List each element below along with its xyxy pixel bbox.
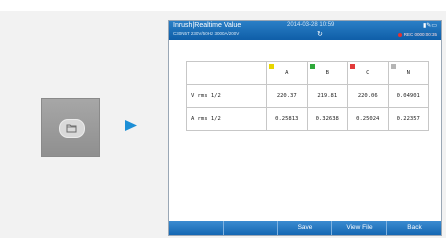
device-screen: Inrush|Realtime Value 2014-03-28 10:59 C… (168, 20, 442, 236)
config-info: C30N5T 230V/50Hz 3000A/200V (173, 31, 240, 36)
view-file-button[interactable]: View File (331, 221, 387, 235)
save-button[interactable]: Save (277, 221, 332, 235)
open-file-icon-pill (59, 119, 85, 138)
table-cell: 0.22357 (387, 107, 429, 131)
row-label: V rms 1/2 (186, 84, 267, 108)
status-icons: ▮✎▭ (423, 22, 437, 29)
top-margin (0, 0, 446, 11)
folder-icon (66, 124, 77, 133)
arrow-right-icon (125, 120, 137, 131)
header-n-label: N (406, 70, 410, 76)
open-file-button[interactable] (41, 98, 100, 157)
bottom-margin (0, 238, 446, 249)
header-cell-a: A (266, 61, 308, 85)
softkey-bar: Save View File Back (169, 221, 441, 235)
table-cell: 0.04901 (387, 84, 429, 108)
header-cell-c: C (347, 61, 389, 85)
header-b-label: B (325, 70, 329, 76)
table-cell: 0.32638 (306, 107, 348, 131)
header-cell-b: B (306, 61, 348, 85)
phase-n-swatch (390, 64, 396, 69)
record-text: REC 0000:00:35 (403, 32, 437, 37)
table-header-row: A B C N (186, 61, 429, 85)
phase-b-swatch (309, 64, 315, 69)
table-cell: 0.25024 (347, 107, 389, 131)
table-cell: 0.25813 (266, 107, 308, 131)
record-indicator: REC 0000:00:35 (397, 32, 437, 37)
phase-c-swatch (350, 64, 355, 69)
table-row: A rms 1/2 0.25813 0.32638 0.25024 0.2235… (186, 107, 429, 131)
title-bar: Inrush|Realtime Value 2014-03-28 10:59 C… (169, 21, 441, 40)
row-label: A rms 1/2 (186, 107, 267, 131)
softkey-2[interactable] (223, 221, 278, 235)
values-table: A B C N V rms 1/2 220.37 219.81 220.06 0… (186, 61, 429, 131)
header-cell-n: N (387, 61, 429, 85)
date-time: 2014-03-28 10:59 (287, 22, 335, 28)
table-cell: 219.81 (306, 84, 348, 108)
record-dot-icon (397, 32, 402, 37)
table-cell: 220.37 (266, 84, 308, 108)
back-button[interactable]: Back (386, 221, 442, 235)
softkey-1[interactable] (169, 221, 223, 235)
battery-icon: ▭ (431, 23, 437, 29)
header-c-label: C (366, 70, 370, 76)
table-row: V rms 1/2 220.37 219.81 220.06 0.04901 (186, 84, 429, 108)
refresh-icon[interactable]: ↻ (317, 31, 323, 38)
header-a-label: A (285, 70, 289, 76)
table-cell: 220.06 (347, 84, 389, 108)
phase-a-swatch (269, 64, 274, 69)
header-cell (186, 61, 267, 85)
screen-title: Inrush|Realtime Value (173, 22, 242, 29)
